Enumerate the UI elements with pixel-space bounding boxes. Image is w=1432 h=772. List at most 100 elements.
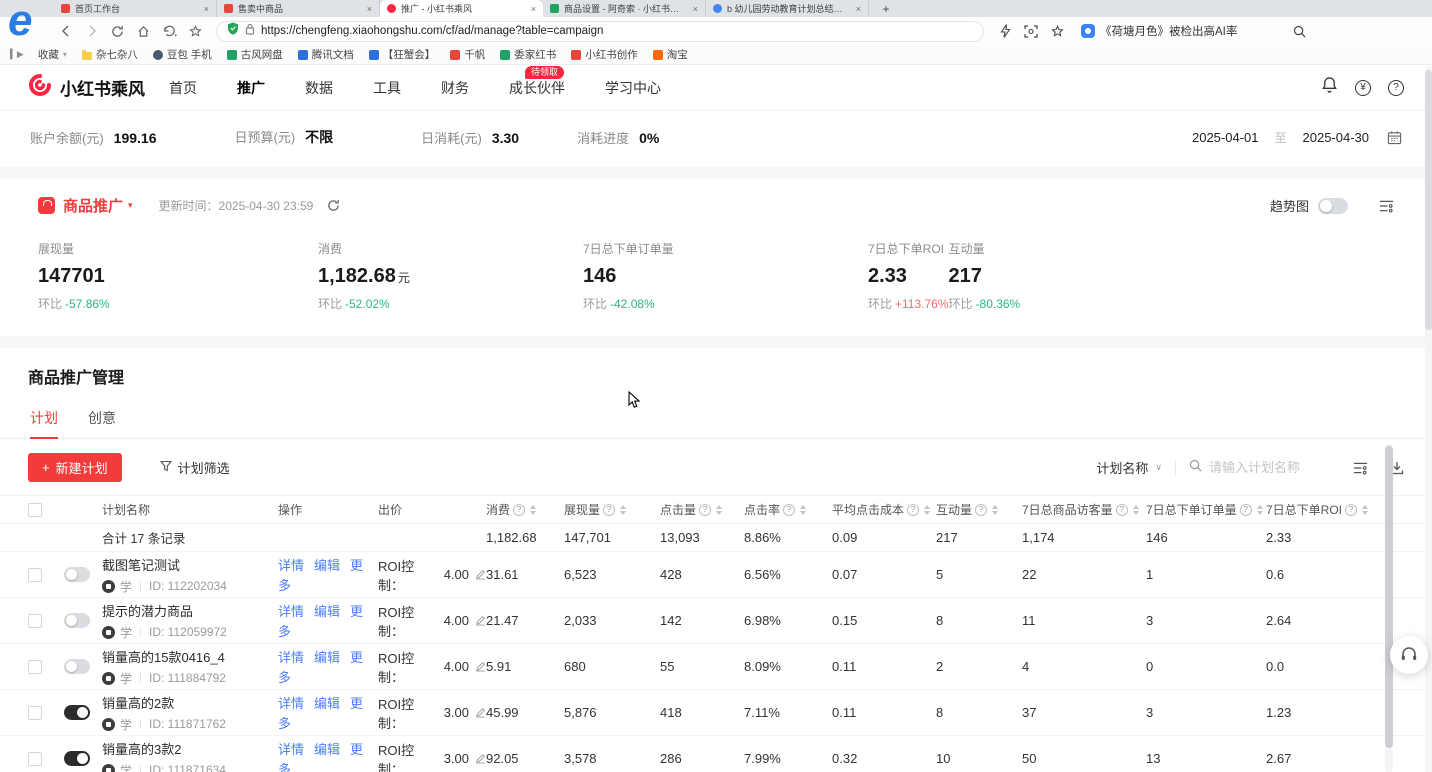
nav-item[interactable]: 首页 xyxy=(169,78,197,98)
bookmark-item[interactable]: 收藏 ▾ xyxy=(34,47,67,62)
home-icon[interactable] xyxy=(136,25,151,38)
customer-service-button[interactable] xyxy=(1390,636,1428,674)
help-icon[interactable]: ? xyxy=(1240,504,1252,516)
trend-chart-toggle[interactable] xyxy=(1318,198,1348,214)
bookmark-item[interactable]: 委家红书 xyxy=(500,47,556,62)
tab-close-icon[interactable]: × xyxy=(367,4,372,14)
tab-close-icon[interactable]: × xyxy=(531,4,536,14)
new-tab-button[interactable]: + xyxy=(874,2,898,16)
plan-search-input[interactable] xyxy=(1209,460,1331,475)
nav-item[interactable]: 工具 xyxy=(373,78,401,98)
balance-icon[interactable]: ¥ xyxy=(1355,80,1371,96)
sort-icons[interactable] xyxy=(992,505,998,515)
search-field-select[interactable]: 计划名称 ∨ xyxy=(1096,458,1162,477)
sort-icons[interactable] xyxy=(716,505,722,515)
browser-tab[interactable]: 首页工作台 × xyxy=(54,0,217,17)
edit-link[interactable]: 编辑 xyxy=(314,558,340,573)
window-scrollbar[interactable] xyxy=(1425,66,1432,772)
help-icon[interactable]: ? xyxy=(513,504,525,516)
nav-item[interactable]: 成长伙伴 待领取 xyxy=(509,78,565,98)
col-header-metric[interactable]: 消费 ? xyxy=(486,501,564,518)
help-icon[interactable]: ? xyxy=(975,504,987,516)
col-header-metric[interactable]: 互动量 ? xyxy=(936,501,1022,518)
screenshot-icon[interactable] xyxy=(1024,25,1038,38)
brand[interactable]: 小红书乘风 xyxy=(28,73,145,102)
row-checkbox[interactable] xyxy=(28,752,42,766)
refresh-icon[interactable] xyxy=(327,199,340,212)
col-header-metric[interactable]: 7日总下单订单量 ? xyxy=(1146,501,1266,518)
help-icon[interactable]: ? xyxy=(1388,80,1404,96)
back-icon[interactable] xyxy=(58,25,73,37)
bookmark-star-icon[interactable] xyxy=(1051,25,1064,38)
tab-close-icon[interactable]: × xyxy=(856,4,861,14)
edit-link[interactable]: 编辑 xyxy=(314,696,340,711)
tab-item[interactable]: 创意 xyxy=(88,408,116,438)
sort-icons[interactable] xyxy=(1257,505,1263,515)
col-header-metric[interactable]: 7日总商品访客量 ? xyxy=(1022,501,1146,518)
favorites-icon[interactable] xyxy=(188,25,203,38)
plan-name[interactable]: 销量高的2款 xyxy=(102,693,270,712)
col-header-metric[interactable]: 7日总下单ROI ? xyxy=(1266,501,1432,518)
calendar-icon[interactable] xyxy=(1387,130,1402,145)
col-header-metric[interactable]: 展现量 ? xyxy=(564,501,660,518)
bell-icon[interactable] xyxy=(1321,76,1338,99)
sort-icons[interactable] xyxy=(620,505,626,515)
bookmark-item[interactable]: 豆包 手机 xyxy=(153,47,212,62)
row-checkbox[interactable] xyxy=(28,706,42,720)
row-checkbox[interactable] xyxy=(28,614,42,628)
search-icon[interactable] xyxy=(1293,25,1306,38)
bookmark-item[interactable]: 淘宝 xyxy=(653,47,688,62)
nav-item[interactable]: 推广 xyxy=(237,78,265,98)
plan-search[interactable] xyxy=(1189,459,1331,477)
bookmark-item[interactable]: 【狂蟹会】 xyxy=(369,47,436,62)
lightning-icon[interactable] xyxy=(1000,24,1011,38)
table-scrollbar[interactable] xyxy=(1385,444,1393,772)
column-config-icon[interactable] xyxy=(1353,461,1368,475)
plan-name[interactable]: 截图笔记测试 xyxy=(102,555,270,574)
tab-close-icon[interactable]: × xyxy=(693,4,698,14)
tab-item[interactable]: 计划 xyxy=(30,408,58,438)
edit-bid-icon[interactable] xyxy=(475,707,486,718)
bookmark-item[interactable]: 千帆 xyxy=(450,47,485,62)
col-header-metric[interactable]: 点击量 ? xyxy=(660,501,744,518)
row-checkbox[interactable] xyxy=(28,660,42,674)
plan-enable-toggle[interactable] xyxy=(64,613,90,628)
detail-link[interactable]: 详情 xyxy=(278,604,304,619)
bookmarks-collapse-icon[interactable]: ▍▶ xyxy=(10,49,24,60)
help-icon[interactable]: ? xyxy=(1116,504,1128,516)
detail-link[interactable]: 详情 xyxy=(278,742,304,757)
plan-name[interactable]: 销量高的15款0416_4 xyxy=(102,647,270,666)
plan-enable-toggle[interactable] xyxy=(64,659,90,674)
sort-icons[interactable] xyxy=(1362,505,1368,515)
tab-close-icon[interactable]: × xyxy=(204,4,209,14)
browser-tab[interactable]: 推广 - 小红书乘风 × xyxy=(380,0,543,17)
metric-config-icon[interactable] xyxy=(1379,199,1394,213)
date-start[interactable]: 2025-04-01 xyxy=(1192,130,1259,145)
nav-item[interactable]: 学习中心 xyxy=(605,78,661,98)
nav-item[interactable]: 数据 xyxy=(305,78,333,98)
detail-link[interactable]: 详情 xyxy=(278,650,304,665)
help-icon[interactable]: ? xyxy=(1345,504,1357,516)
sort-icons[interactable] xyxy=(530,505,536,515)
row-checkbox[interactable] xyxy=(28,568,42,582)
edit-bid-icon[interactable] xyxy=(475,661,486,672)
plan-filter-button[interactable]: 计划筛选 xyxy=(160,458,230,477)
col-header-metric[interactable]: 平均点击成本 ? xyxy=(832,501,936,518)
plan-enable-toggle[interactable] xyxy=(64,705,90,720)
sort-icons[interactable] xyxy=(1133,505,1139,515)
detail-link[interactable]: 详情 xyxy=(278,696,304,711)
sort-icons[interactable] xyxy=(800,505,806,515)
plan-name[interactable]: 提示的潜力商品 xyxy=(102,601,270,620)
bookmark-item[interactable]: 腾讯文档 xyxy=(298,47,354,62)
plan-enable-toggle[interactable] xyxy=(64,751,90,766)
edit-bid-icon[interactable] xyxy=(475,569,486,580)
promo-type-title[interactable]: 商品推广 xyxy=(63,195,123,216)
bookmark-item[interactable]: 小红书创作 xyxy=(571,47,638,62)
reload-icon[interactable] xyxy=(110,25,125,38)
nav-item[interactable]: 财务 xyxy=(441,78,469,98)
date-range-picker[interactable]: 2025-04-01 至 2025-04-30 xyxy=(1192,129,1402,146)
help-icon[interactable]: ? xyxy=(783,504,795,516)
date-end[interactable]: 2025-04-30 xyxy=(1303,130,1370,145)
plan-name[interactable]: 销量高的3款2 xyxy=(102,739,270,758)
browser-tab[interactable]: 商品设置 - 阿奇索 · 小红书自动 × xyxy=(543,0,706,17)
